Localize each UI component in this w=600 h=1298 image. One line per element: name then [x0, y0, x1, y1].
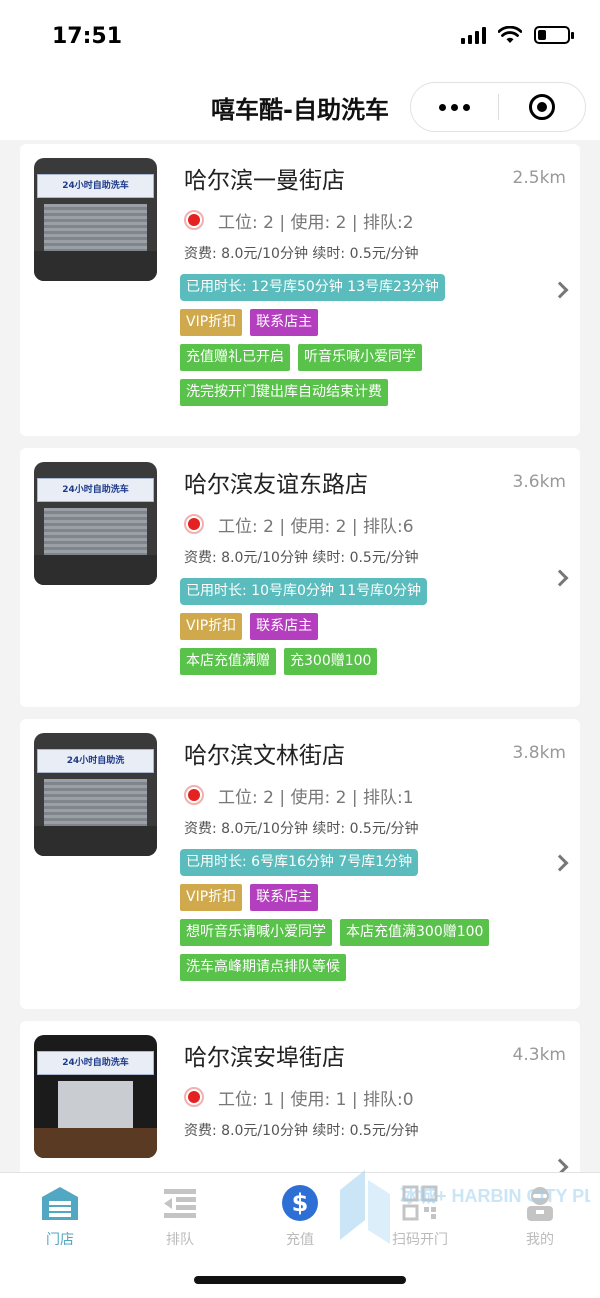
nav-bar: 嘻车酷-自助洗车	[0, 78, 600, 140]
store-sign: 24小时自助洗	[37, 749, 154, 773]
store-distance: 3.6km	[512, 472, 566, 492]
tab-queue[interactable]: 排队	[120, 1173, 240, 1253]
usage-tag: 已用时长: 10号库0分钟 11号库0分钟	[180, 578, 428, 605]
promo-tag: 想听音乐请喊小爱同学	[180, 919, 332, 946]
store-list: 24小时自助洗车 哈尔滨一曼街店 2.5km 工位: 2 | 使用: 2 | 排…	[20, 144, 580, 1233]
garage-icon	[40, 1183, 80, 1223]
store-fee: 资费: 8.0元/10分钟 续时: 0.5元/分钟	[184, 550, 419, 566]
store-photo: 24小时自助洗车	[34, 158, 157, 281]
battery-icon	[534, 26, 574, 44]
bay-status: 工位: 1 | 使用: 1 | 排队:0	[218, 1089, 414, 1110]
promo-tag: 听音乐喊小爱同学	[298, 344, 422, 371]
promo-tag: 充值赠礼已开启	[180, 344, 290, 371]
promo-tag: 充300赠100	[284, 648, 378, 675]
tab-recharge[interactable]: $ 充值	[240, 1173, 360, 1253]
promo-tag: 洗完按开门键出库自动结束计费	[180, 379, 388, 406]
usage-tag: 已用时长: 12号库50分钟 13号库23分钟	[180, 274, 445, 301]
store-photo: 24小时自助洗车	[34, 1035, 157, 1158]
svg-text:$: $	[292, 1189, 309, 1217]
contact-owner-tag[interactable]: 联系店主	[250, 884, 319, 911]
store-name: 哈尔滨文林街店	[184, 743, 345, 769]
store-photo: 24小时自助洗车	[34, 462, 157, 585]
wifi-icon	[498, 26, 522, 43]
home-indicator[interactable]	[194, 1276, 406, 1284]
bay-status: 工位: 2 | 使用: 2 | 排队:6	[218, 516, 414, 537]
store-name: 哈尔滨安埠街店	[184, 1045, 345, 1071]
tab-label: 我的	[526, 1232, 554, 1248]
more-menu-icon[interactable]	[411, 103, 498, 111]
store-fee: 资费: 8.0元/10分钟 续时: 0.5元/分钟	[184, 246, 419, 262]
vip-tag[interactable]: VIP折扣	[180, 613, 243, 640]
target-icon	[528, 94, 555, 120]
tab-bar: 门店 排队 $ 充值 扫码开门 我的	[0, 1172, 600, 1298]
promo-tag: 本店充值满赠	[180, 648, 276, 675]
robot-user-icon	[520, 1183, 560, 1223]
store-name: 哈尔滨一曼街店	[184, 168, 345, 194]
store-card[interactable]: 24小时自助洗车 哈尔滨友谊东路店 3.6km 工位: 2 | 使用: 2 | …	[20, 448, 580, 707]
bay-status: 工位: 2 | 使用: 2 | 排队:2	[218, 212, 414, 233]
bay-status: 工位: 2 | 使用: 2 | 排队:1	[218, 787, 414, 808]
status-dot-icon	[184, 210, 204, 230]
store-distance: 3.8km	[512, 743, 566, 763]
store-fee: 资费: 8.0元/10分钟 续时: 0.5元/分钟	[184, 821, 419, 837]
store-photo: 24小时自助洗	[34, 733, 157, 856]
store-card[interactable]: 24小时自助洗 哈尔滨文林街店 3.8km 工位: 2 | 使用: 2 | 排队…	[20, 719, 580, 1009]
contact-owner-tag[interactable]: 联系店主	[250, 613, 319, 640]
vip-tag[interactable]: VIP折扣	[180, 884, 243, 911]
dollar-icon: $	[280, 1183, 320, 1223]
queue-icon	[160, 1183, 200, 1223]
store-sign: 24小时自助洗车	[37, 1051, 154, 1075]
status-bar: 17:51	[0, 0, 600, 78]
tab-scan-open[interactable]: 扫码开门	[360, 1173, 480, 1253]
store-distance: 4.3km	[512, 1045, 566, 1065]
tab-label: 扫码开门	[392, 1232, 448, 1248]
usage-tag: 已用时长: 6号库16分钟 7号库1分钟	[180, 849, 419, 876]
signal-icon	[461, 26, 486, 44]
contact-owner-tag[interactable]: 联系店主	[250, 309, 319, 336]
tab-mine[interactable]: 我的	[480, 1173, 600, 1253]
close-mini-program-button[interactable]	[499, 94, 586, 120]
tab-label: 门店	[46, 1232, 74, 1248]
status-time: 17:51	[52, 24, 123, 49]
store-card[interactable]: 24小时自助洗车 哈尔滨一曼街店 2.5km 工位: 2 | 使用: 2 | 排…	[20, 144, 580, 436]
store-sign: 24小时自助洗车	[37, 174, 154, 198]
status-dot-icon	[184, 1087, 204, 1107]
store-distance: 2.5km	[512, 168, 566, 188]
mini-program-capsule	[410, 82, 586, 132]
store-fee: 资费: 8.0元/10分钟 续时: 0.5元/分钟	[184, 1123, 419, 1139]
tab-label: 排队	[166, 1232, 194, 1248]
status-icons	[461, 26, 574, 44]
store-name: 哈尔滨友谊东路店	[184, 472, 368, 498]
status-dot-icon	[184, 514, 204, 534]
store-sign: 24小时自助洗车	[37, 478, 154, 502]
promo-tag: 洗车高峰期请点排队等候	[180, 954, 346, 981]
tab-label: 充值	[286, 1232, 314, 1248]
vip-tag[interactable]: VIP折扣	[180, 309, 243, 336]
qr-code-icon	[400, 1183, 440, 1223]
status-dot-icon	[184, 785, 204, 805]
tab-stores[interactable]: 门店	[0, 1173, 120, 1253]
promo-tag: 本店充值满300赠100	[340, 919, 490, 946]
